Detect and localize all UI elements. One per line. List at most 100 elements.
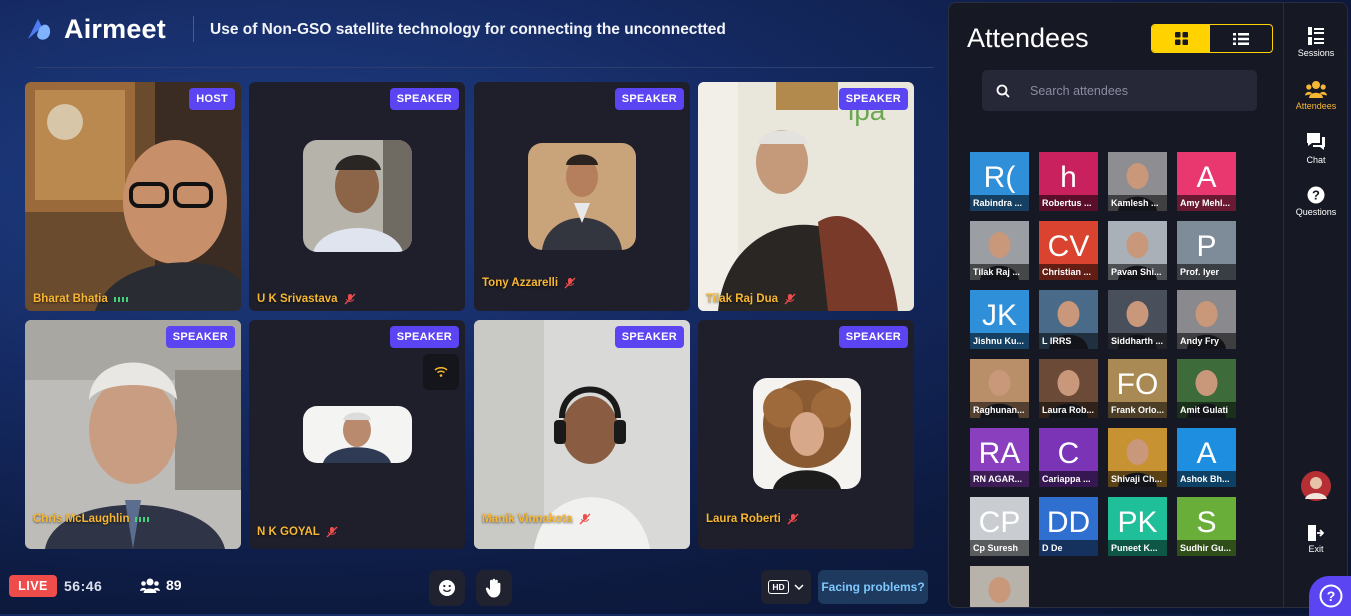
attendee-card[interactable]: CV Christian ...	[1039, 221, 1098, 280]
view-toggle[interactable]	[1151, 24, 1273, 53]
sessions-icon	[1308, 27, 1324, 45]
attendee-card[interactable]: RA RN AGAR...	[970, 428, 1029, 487]
video-tile[interactable]: SPEAKER Tony Azzarelli	[474, 82, 690, 311]
exit-label: Exit	[1308, 544, 1324, 554]
attendee-card[interactable]: Kamlesh ...	[1108, 152, 1167, 211]
exit-button[interactable]: Exit	[1284, 525, 1347, 554]
wifi-icon	[434, 367, 448, 377]
attendees-title: Attendees	[967, 23, 1089, 53]
attendee-card[interactable]: h Robertus ...	[1039, 152, 1098, 211]
attendee-card[interactable]	[970, 566, 1029, 607]
attendee-initials: RA	[978, 437, 1021, 470]
attendee-photo	[988, 577, 1011, 603]
audio-level-icon	[113, 296, 128, 302]
attendees-label: Attendees	[1295, 101, 1337, 111]
session-timer: 56:46	[64, 578, 103, 594]
grid-view-button[interactable]	[1152, 25, 1210, 52]
attendee-card[interactable]: JK Jishnu Ku...	[970, 290, 1029, 349]
exit-icon	[1308, 525, 1324, 541]
chat-tab[interactable]: Chat	[1284, 132, 1347, 165]
attendee-card[interactable]: Pavan Shi...	[1108, 221, 1167, 280]
smiley-icon	[439, 580, 455, 596]
attendee-card[interactable]: C Cariappa ...	[1039, 428, 1098, 487]
attendee-card[interactable]: L IRRS	[1039, 290, 1098, 349]
attendee-name: Pavan Shi...	[1108, 264, 1167, 280]
participant-name: Laura Roberti	[706, 513, 799, 525]
attendee-card[interactable]: Shivaji Ch...	[1108, 428, 1167, 487]
attendee-initials: h	[1060, 161, 1077, 194]
search-icon	[996, 84, 1010, 98]
speaker-badge: SPEAKER	[614, 88, 684, 110]
attendee-card[interactable]: P Prof. Iyer	[1177, 221, 1236, 280]
attendee-name: L IRRS	[1039, 333, 1098, 349]
attendee-card[interactable]: Tilak Raj ...	[970, 221, 1029, 280]
attendee-card[interactable]: Siddharth ...	[1108, 290, 1167, 349]
attendee-card[interactable]: PK Puneet K...	[1108, 497, 1167, 556]
attendee-name: Laura Rob...	[1039, 402, 1098, 418]
attendee-card[interactable]: A Ashok Bh...	[1177, 428, 1236, 487]
participant-name: U K Srivastava	[257, 293, 356, 305]
airmeet-logo: Airmeet	[24, 14, 166, 45]
attendee-initials: PK	[1117, 506, 1158, 539]
participant-name-text: Chris McLaughlin	[33, 513, 130, 525]
attendee-card[interactable]: Raghunan...	[970, 359, 1029, 418]
attendee-name: Christian ...	[1039, 264, 1098, 280]
side-rail: Sessions Attendees Chat ? Questions Exit	[1283, 3, 1347, 607]
header-separator	[36, 67, 934, 68]
avatar	[303, 140, 412, 252]
help-button[interactable]: ?	[1309, 576, 1351, 616]
avatar	[528, 143, 636, 250]
attendee-card[interactable]: S Sudhir Gu...	[1177, 497, 1236, 556]
attendee-count: 89	[166, 577, 182, 593]
host-badge: HOST	[189, 88, 235, 110]
sessions-tab[interactable]: Sessions	[1284, 27, 1347, 58]
video-tile[interactable]: SPEAKER N K GOYAL	[249, 320, 465, 549]
attendee-card[interactable]: R(Rabindra ...	[970, 152, 1029, 211]
attendee-card[interactable]: Laura Rob...	[1039, 359, 1098, 418]
attendee-search[interactable]	[982, 70, 1257, 111]
attendee-card[interactable]: DD D De	[1039, 497, 1098, 556]
attendee-initials: A	[1196, 437, 1217, 470]
help-icon: ?	[1319, 584, 1343, 608]
search-input[interactable]	[1028, 82, 1242, 99]
attendee-card[interactable]: FO Frank Orlo...	[1108, 359, 1167, 418]
video-tile[interactable]: HOST Bharat Bhatia	[25, 82, 241, 311]
avatar-photo	[303, 406, 412, 463]
raise-hand-button[interactable]	[476, 570, 512, 606]
video-tile[interactable]: SPEAKER Laura Roberti	[698, 320, 914, 549]
video-tile[interactable]: ipa SPEAKER Tilak Raj Dua	[698, 82, 914, 311]
svg-text:?: ?	[1312, 188, 1320, 203]
questions-tab[interactable]: ? Questions	[1284, 186, 1347, 217]
attendee-name: Cp Suresh	[970, 540, 1029, 556]
attendees-tab[interactable]: Attendees	[1284, 80, 1347, 111]
attendee-card[interactable]: CP Cp Suresh	[970, 497, 1029, 556]
attendee-name: Puneet K...	[1108, 540, 1167, 556]
participant-name-text: Tilak Raj Dua	[706, 293, 779, 305]
question-icon: ?	[1307, 186, 1325, 204]
speaker-badge: SPEAKER	[838, 88, 908, 110]
attendees-panel: Attendees R(Rabindra ...hRobertus ... Kam…	[948, 2, 1348, 608]
attendee-name: Kamlesh ...	[1108, 195, 1167, 211]
video-tile[interactable]: SPEAKER Manik Vinnakota	[474, 320, 690, 549]
video-tile[interactable]: SPEAKER U K Srivastava	[249, 82, 465, 311]
attendee-initials: CV	[1047, 230, 1090, 263]
session-title: Use of Non-GSO satellite technology for …	[210, 21, 726, 38]
top-bar: Airmeet Use of Non-GSO satellite technol…	[0, 0, 940, 60]
attendee-card[interactable]: Amit Gulati	[1177, 359, 1236, 418]
list-view-button[interactable]	[1210, 25, 1272, 52]
video-tile[interactable]: SPEAKER Chris McLaughlin	[25, 320, 241, 549]
avatar	[303, 406, 412, 463]
reaction-button[interactable]	[429, 570, 465, 606]
user-avatar[interactable]	[1284, 471, 1347, 501]
video-quality-selector[interactable]: HD	[761, 570, 811, 604]
avatar-photo	[303, 140, 412, 252]
network-status[interactable]	[423, 354, 459, 390]
attendee-card[interactable]: Andy Fry	[1177, 290, 1236, 349]
chevron-down-icon	[794, 584, 804, 590]
attendee-counter[interactable]: 89	[140, 577, 182, 593]
attendee-initials: FO	[1116, 368, 1159, 401]
facing-problems-button[interactable]: Facing problems?	[818, 570, 928, 604]
attendee-name: Shivaji Ch...	[1108, 471, 1167, 487]
participant-name: Tilak Raj Dua	[706, 293, 796, 305]
attendee-card[interactable]: A Amy Mehl...	[1177, 152, 1236, 211]
